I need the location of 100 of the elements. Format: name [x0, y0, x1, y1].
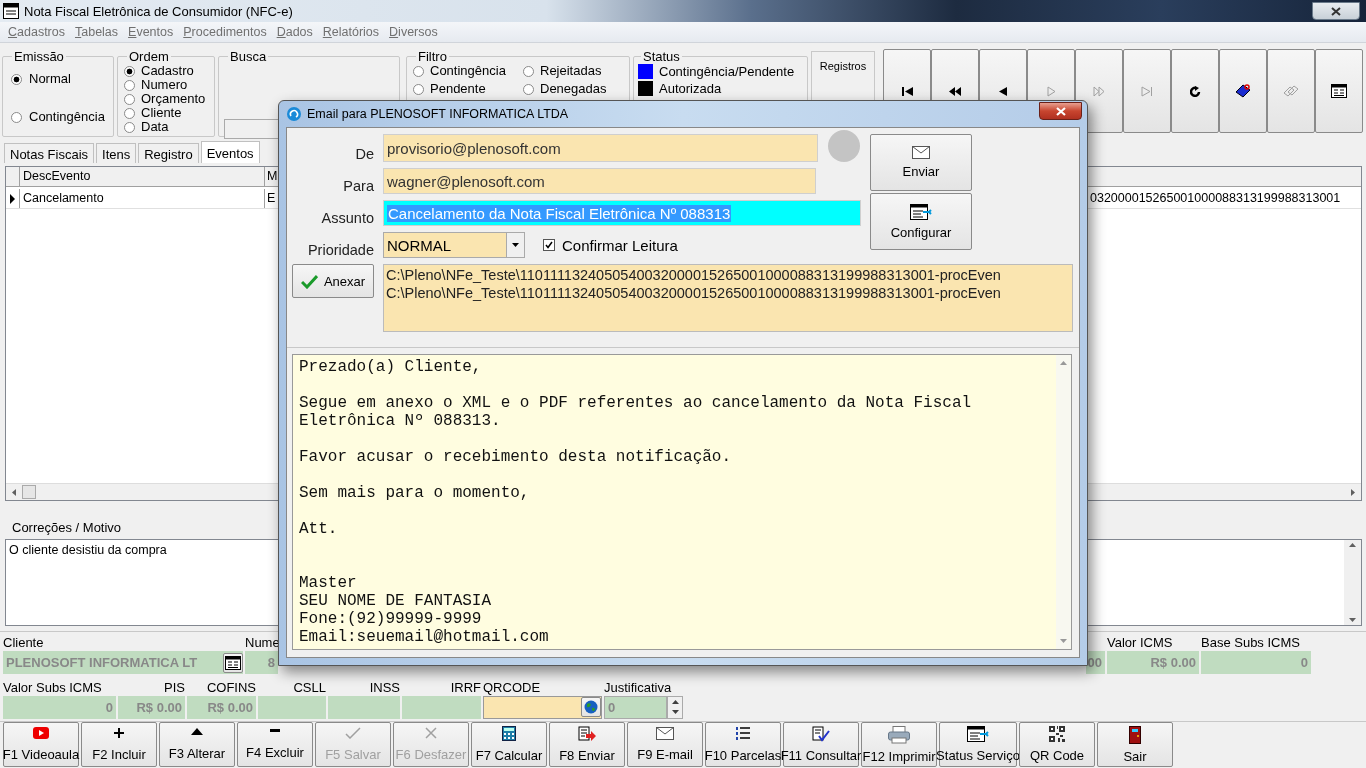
qrcode-field[interactable] — [483, 695, 602, 719]
door-icon — [1129, 725, 1141, 744]
menu-item[interactable]: Tabelas — [70, 25, 124, 39]
radio-button[interactable] — [11, 73, 22, 85]
checkbox[interactable]: Confirmar Leitura — [543, 236, 678, 254]
menu-item[interactable]: Diversos — [384, 25, 443, 39]
function-button[interactable]: F11 Consultar — [783, 722, 859, 767]
last-record-button[interactable] — [1123, 49, 1171, 133]
function-button[interactable]: F1 Videoaula — [3, 722, 79, 767]
function-button[interactable]: F12 Imprimir — [861, 722, 937, 767]
radio-label[interactable]: Contingência — [29, 110, 105, 124]
table-cell-text: 032000015265001000088313199988313001 — [1089, 190, 1342, 207]
function-button[interactable]: QR Code — [1019, 722, 1095, 767]
radio-label[interactable]: Contingência — [430, 64, 506, 78]
radio-label[interactable]: Data — [141, 120, 169, 134]
field-value: R$ 0.00 — [1107, 651, 1199, 674]
form-button[interactable] — [1315, 49, 1363, 133]
radio-label[interactable]: Cliente — [141, 106, 182, 120]
radio-label[interactable]: Normal — [29, 72, 71, 86]
tab[interactable]: Eventos — [200, 141, 260, 163]
field-label: Assunto — [321, 210, 374, 226]
radio-button[interactable] — [124, 79, 135, 91]
group-label: Ordem — [128, 49, 170, 64]
menu-item[interactable]: Dados — [271, 25, 318, 39]
function-button[interactable]: F4 Excluir — [237, 722, 313, 767]
lookup-button[interactable] — [223, 652, 243, 673]
radio-button[interactable] — [413, 83, 424, 95]
globe-button[interactable] — [581, 697, 601, 717]
field-value: R$ 0.00 — [118, 695, 185, 719]
dialog-button[interactable]: Configurar — [870, 193, 972, 250]
field-label: INSS — [368, 678, 400, 696]
field-label: Nume — [245, 634, 278, 651]
tab[interactable]: Registro — [138, 143, 199, 163]
radio-label[interactable]: Numero — [141, 78, 188, 92]
attachments-list[interactable]: C:\Pleno\NFe_Teste\1101111324050540032000015265001000088313199988313001-procEven C:\Pleno\NFe_Teste\1101111324050540032000015265001000088313199988313001-procEven — [383, 264, 1073, 332]
column-header[interactable]: DescEvento — [20, 167, 265, 186]
close-button[interactable] — [1039, 102, 1082, 120]
input-field[interactable]: provisorio@plenosoft.com — [383, 134, 818, 162]
radio-button[interactable] — [413, 65, 424, 77]
check-icon — [300, 273, 318, 289]
attach-button[interactable]: Anexar — [292, 264, 374, 298]
radio-label[interactable]: Rejeitadas — [540, 64, 602, 78]
document-arrow-icon — [578, 726, 596, 742]
window-title: Nota Fiscal Eletrônica de Consumidor (NFC-e) — [24, 3, 293, 19]
radio-label[interactable]: Orçamento — [141, 92, 206, 106]
menu-item[interactable]: Eventos — [123, 25, 179, 39]
radio-button[interactable] — [523, 83, 534, 95]
field-label: Prioridade — [307, 242, 374, 258]
field-label: Cliente — [3, 634, 45, 651]
menu-item[interactable]: Relatórios — [317, 25, 385, 39]
function-button[interactable]: F10 Parcelas — [705, 722, 781, 767]
function-button[interactable]: F7 Calcular — [471, 722, 547, 767]
field-value: R$ 0.00 — [187, 695, 256, 719]
minus-icon — [270, 729, 280, 733]
radio-button[interactable] — [124, 65, 135, 77]
close-button[interactable] — [1312, 2, 1360, 20]
radio-label[interactable]: Denegadas — [540, 82, 607, 96]
radio-button[interactable] — [124, 107, 135, 119]
dropdown-arrow-icon — [512, 243, 519, 247]
radio-label[interactable]: Pendente — [430, 82, 486, 96]
input-field[interactable]: wagner@plenosoft.com — [383, 168, 816, 194]
envelope-icon — [656, 726, 674, 740]
function-button[interactable]: F2 Incluir — [81, 722, 157, 767]
field-label: Base Subs ICMS — [1201, 634, 1301, 651]
spin-button[interactable] — [667, 695, 683, 719]
window-wrench-icon — [967, 726, 989, 742]
dialog-button[interactable]: Enviar — [870, 134, 972, 191]
numbered-list-icon — [735, 726, 751, 742]
function-button[interactable]: Sair — [1097, 722, 1173, 767]
field-label: PIS — [163, 678, 185, 696]
tab[interactable]: Notas Fiscais — [4, 143, 95, 163]
field-value: 0 — [1201, 651, 1311, 674]
radio-button[interactable] — [11, 111, 22, 123]
check-icon — [345, 727, 361, 739]
status-label: Autorizada — [659, 81, 722, 96]
table-cell: Cancelamento — [20, 189, 265, 208]
group-label: Filtro — [417, 49, 448, 64]
field-label: QRCODE — [483, 678, 542, 696]
function-button[interactable]: F3 Alterar — [159, 722, 235, 767]
function-button[interactable]: F8 Enviar — [549, 722, 625, 767]
radio-button[interactable] — [124, 93, 135, 105]
function-button[interactable]: F9 E-mail — [627, 722, 703, 767]
radio-label[interactable]: Cadastro — [141, 64, 194, 78]
globe-icon — [584, 700, 598, 714]
field-label: IRRF — [449, 678, 481, 696]
scroll-thumb[interactable] — [22, 485, 36, 499]
qr-code-icon — [1049, 726, 1065, 742]
menu-item[interactable]: Cadastros — [3, 25, 70, 39]
down-arrow-icon — [1060, 639, 1067, 643]
tag-button[interactable] — [1219, 49, 1267, 133]
tab[interactable]: Itens — [96, 143, 137, 163]
up-arrow-icon — [1060, 361, 1067, 365]
group-label: Status — [642, 49, 681, 64]
radio-button[interactable] — [124, 121, 135, 133]
menu-item[interactable]: Procedimentos — [178, 25, 272, 39]
window-wrench-icon — [910, 203, 932, 220]
radio-button[interactable] — [523, 65, 534, 77]
attachment-path: C:\Pleno\NFe_Teste\1101111324050540032000015265001000088313199988313001-procEven — [386, 266, 1002, 284]
right-arrow-icon — [1351, 488, 1355, 496]
priority-select[interactable]: NORMAL — [383, 232, 525, 258]
